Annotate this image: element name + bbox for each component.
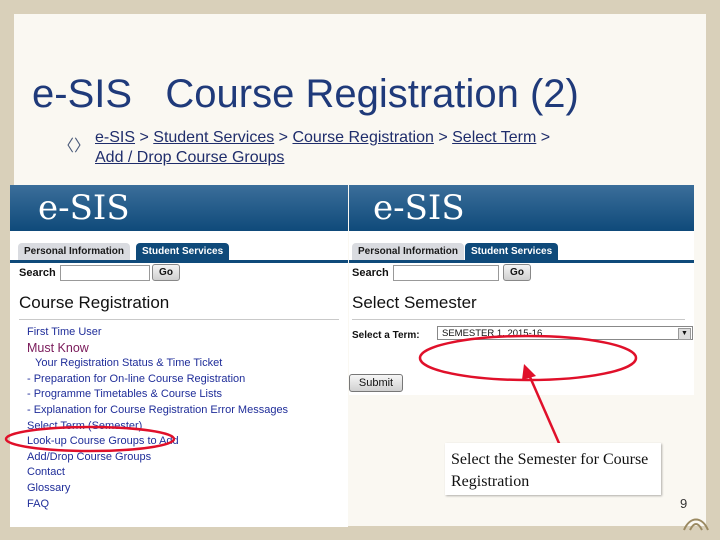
menu-item-timetables[interactable]: - Programme Timetables & Course Lists bbox=[27, 387, 348, 403]
select-semester-screenshot: e-SIS Personal Information Student Servi… bbox=[349, 185, 694, 395]
breadcrumb-separator: > bbox=[438, 129, 448, 146]
page-heading: Course Registration bbox=[19, 293, 170, 312]
go-button[interactable]: Go bbox=[152, 264, 180, 281]
term-select-row: Select a Term: SEMESTER 1, 2015-16 ▼ bbox=[349, 320, 694, 350]
tab-personal-information[interactable]: Personal Information bbox=[352, 243, 465, 260]
tab-student-services[interactable]: Student Services bbox=[465, 243, 559, 260]
breadcrumb-select-term-link[interactable]: Select Term bbox=[452, 129, 536, 146]
page-heading: Select Semester bbox=[352, 293, 477, 312]
esis-logo: e-SIS bbox=[10, 185, 348, 231]
breadcrumb-separator: > bbox=[139, 129, 149, 146]
menu-item-look-up-course-groups[interactable]: Look-up Course Groups to Add bbox=[27, 434, 348, 450]
tab-bar: Personal Information Student Services bbox=[10, 231, 348, 263]
esis-logo: e-SIS bbox=[349, 185, 694, 231]
chevron-down-icon[interactable]: ▼ bbox=[678, 328, 691, 340]
registration-menu: First Time User Must Know Your Registrat… bbox=[10, 325, 348, 512]
submit-button[interactable]: Submit bbox=[349, 374, 403, 392]
menu-item-must-know: Must Know bbox=[27, 340, 89, 355]
search-label: Search bbox=[19, 267, 56, 279]
menu-item-first-time-user[interactable]: First Time User bbox=[27, 325, 348, 341]
divider bbox=[19, 319, 339, 320]
breadcrumb: e-SIS > Student Services > Course Regist… bbox=[95, 128, 655, 168]
search-row: Search Go bbox=[349, 261, 694, 285]
term-select[interactable]: SEMESTER 1, 2015-16 ▼ bbox=[437, 326, 693, 340]
breadcrumb-esis-link[interactable]: e-SIS bbox=[95, 129, 135, 146]
go-button[interactable]: Go bbox=[503, 264, 531, 281]
breadcrumb-separator: > bbox=[278, 129, 289, 146]
tab-student-services[interactable]: Student Services bbox=[136, 243, 230, 260]
breadcrumb-student-services-link[interactable]: Student Services bbox=[153, 129, 274, 146]
tab-bar: Personal Information Student Services bbox=[349, 231, 694, 263]
callout-box: Select the Semester for Course Registrat… bbox=[445, 443, 661, 495]
breadcrumb-add-drop-link[interactable]: Add / Drop Course Groups bbox=[95, 149, 284, 166]
breadcrumb-separator: > bbox=[540, 129, 551, 146]
menu-item-contact[interactable]: Contact bbox=[27, 465, 348, 481]
search-row: Search Go bbox=[10, 261, 348, 285]
menu-item-preparation[interactable]: - Preparation for On-line Course Registr… bbox=[27, 372, 348, 388]
tab-personal-information[interactable]: Personal Information bbox=[18, 243, 131, 260]
search-input[interactable] bbox=[60, 265, 150, 281]
menu-item-select-term[interactable]: Select Term (Semester) bbox=[27, 419, 348, 435]
term-select-value: SEMESTER 1, 2015-16 bbox=[442, 328, 543, 339]
breadcrumb-course-registration-link[interactable]: Course Registration bbox=[292, 129, 433, 146]
menu-item-faq[interactable]: FAQ bbox=[27, 497, 348, 513]
course-registration-screenshot: e-SIS Personal Information Student Servi… bbox=[10, 185, 348, 527]
slide-title: e-SIS Course Registration (2) bbox=[32, 72, 579, 116]
search-input[interactable] bbox=[393, 265, 499, 281]
menu-item-glossary[interactable]: Glossary bbox=[27, 481, 348, 497]
term-select-label: Select a Term: bbox=[352, 330, 420, 341]
menu-item-registration-status[interactable]: Your Registration Status & Time Ticket bbox=[27, 356, 348, 372]
search-label: Search bbox=[352, 267, 389, 279]
corner-ornament-icon bbox=[683, 518, 709, 531]
menu-item-error-messages[interactable]: - Explanation for Course Registration Er… bbox=[27, 403, 348, 419]
bullet-icon: 〈〉 bbox=[58, 138, 91, 155]
menu-item-add-drop[interactable]: Add/Drop Course Groups bbox=[27, 450, 348, 466]
